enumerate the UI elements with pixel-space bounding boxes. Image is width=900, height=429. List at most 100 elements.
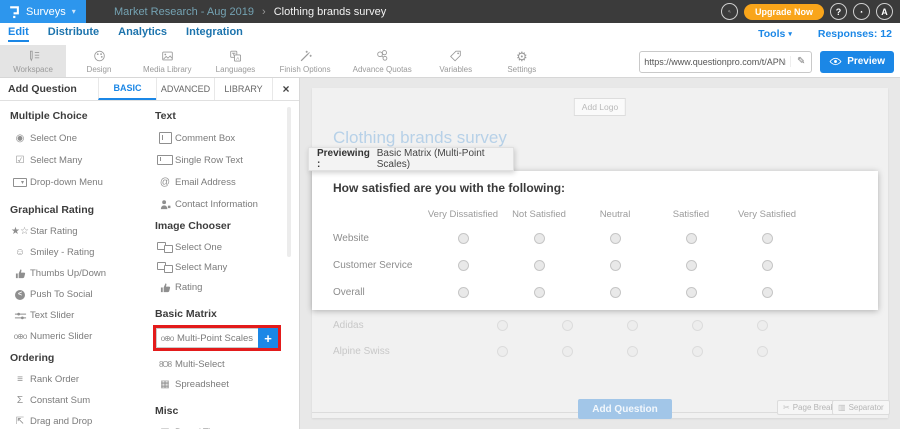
survey-url-input[interactable]: [640, 57, 790, 67]
matrix-radio[interactable]: [610, 233, 621, 244]
qtype-date-time[interactable]: ▤Date / Time: [155, 422, 293, 429]
qtype-image-select-many[interactable]: Select Many: [155, 257, 293, 277]
qtype-text-slider[interactable]: Text Slider: [10, 305, 146, 326]
panel-scrollbar[interactable]: [287, 107, 291, 257]
section-image-chooser: Image Chooser: [155, 219, 293, 233]
qtype-email-address[interactable]: @Email Address: [155, 171, 293, 193]
add-question-panel: Add Question BASIC ADVANCED LIBRARY × Mu…: [0, 78, 300, 429]
edit-url-pencil-icon[interactable]: ✎: [790, 56, 811, 67]
finish-options-label: Finish Options: [279, 65, 330, 74]
close-icon[interactable]: ×: [272, 78, 299, 100]
toolbar-settings[interactable]: ⚙ Settings: [489, 45, 555, 77]
qtype-comment-box[interactable]: Comment Box: [155, 127, 293, 149]
qtype-thumbs-up-down[interactable]: Thumbs Up/Down: [10, 263, 146, 284]
rank-order-icon: ≡: [10, 374, 30, 385]
menu-integration[interactable]: Integration: [186, 26, 243, 42]
languages-icon: A: [228, 49, 243, 64]
notifications-button[interactable]: [853, 3, 870, 20]
smiley-icon: ☺: [10, 247, 30, 258]
qtype-dropdown-menu[interactable]: ▾Drop-down Menu: [10, 171, 146, 193]
languages-label: Languages: [216, 65, 256, 74]
menu-analytics[interactable]: Analytics: [118, 26, 167, 42]
search-button[interactable]: [721, 3, 738, 20]
tools-dropdown[interactable]: Tools▾: [758, 28, 792, 40]
matrix-radio[interactable]: [458, 233, 469, 244]
matrix-radio[interactable]: [534, 233, 545, 244]
separator-button[interactable]: ▥ Separator: [832, 400, 890, 415]
qtype-smiley-rating[interactable]: ☺Smiley - Rating: [10, 242, 146, 263]
toolbar-workspace[interactable]: Workspace: [0, 45, 66, 77]
qtype-spreadsheet[interactable]: ▦Spreadsheet: [155, 374, 293, 394]
toolbar-media-library[interactable]: Media Library: [132, 45, 202, 77]
help-button[interactable]: ?: [830, 3, 847, 20]
toolbar-languages[interactable]: A Languages: [202, 45, 268, 77]
matrix-radio[interactable]: [610, 260, 621, 271]
section-ordering: Ordering: [10, 351, 146, 365]
qtype-select-one[interactable]: ◉Select One: [10, 127, 146, 149]
menu-edit[interactable]: Edit: [8, 26, 29, 42]
qtype-single-row-text[interactable]: Single Row Text: [155, 149, 293, 171]
qtype-multi-select[interactable]: 8O8Multi-Select: [155, 354, 293, 374]
matrix-radio[interactable]: [534, 287, 545, 298]
menu-right: Tools▾ Responses: 12: [758, 28, 892, 40]
toolbar-variables[interactable]: Variables: [423, 45, 489, 77]
survey-title[interactable]: Clothing brands survey: [333, 128, 507, 148]
qtype-multi-point-scales[interactable]: o⊕oMulti-Point Scales: [156, 328, 258, 348]
numeric-slider-icon: o⊕o: [10, 332, 30, 341]
qtype-constant-sum[interactable]: ΣConstant Sum: [10, 390, 146, 411]
scale-col-header: Neutral: [577, 209, 653, 220]
qtype-push-to-social[interactable]: <Push To Social: [10, 284, 146, 305]
menu-distribute[interactable]: Distribute: [48, 26, 99, 42]
page-break-label: Page Break: [793, 403, 835, 412]
preview-button[interactable]: Preview: [820, 51, 894, 73]
faded-radio: [562, 320, 573, 331]
qtype-select-many[interactable]: ☑Select Many: [10, 149, 146, 171]
matrix-radio[interactable]: [762, 233, 773, 244]
thumbs-up-icon: [10, 268, 30, 279]
toolbar-design[interactable]: Design: [66, 45, 132, 77]
qtype-numeric-slider[interactable]: o⊕oNumeric Slider: [10, 326, 146, 347]
separator-icon: ▥: [838, 403, 846, 412]
matrix-radio[interactable]: [534, 260, 545, 271]
breadcrumb-parent[interactable]: Market Research - Aug 2019: [114, 6, 254, 18]
qtype-contact-information[interactable]: Contact Information: [155, 193, 293, 215]
page-break-button[interactable]: ✂ Page Break: [777, 400, 841, 415]
tab-basic[interactable]: BASIC: [98, 78, 156, 100]
toolbar-finish-options[interactable]: Finish Options: [268, 45, 341, 77]
matrix-radio[interactable]: [686, 233, 697, 244]
tab-advanced[interactable]: ADVANCED: [156, 78, 214, 100]
menu-bar: Edit Distribute Analytics Integration To…: [0, 23, 900, 45]
responses-link[interactable]: Responses: 12: [818, 28, 892, 40]
add-question-button[interactable]: Add Question: [578, 399, 672, 419]
matrix-radio[interactable]: [458, 287, 469, 298]
faded-row-alpine-swiss: Alpine Swiss: [312, 338, 888, 364]
matrix-radio[interactable]: [686, 260, 697, 271]
toolbar-advance-quotas[interactable]: Advance Quotas: [342, 45, 423, 77]
matrix-radio[interactable]: [610, 287, 621, 298]
matrix-radio[interactable]: [458, 260, 469, 271]
surveys-menu[interactable]: Surveys ▾: [0, 0, 86, 23]
add-logo-button[interactable]: Add Logo: [574, 98, 626, 116]
topbar-actions: Upgrade Now ? A: [721, 0, 893, 23]
add-multi-point-scales-button[interactable]: +: [258, 328, 278, 348]
tab-library[interactable]: LIBRARY: [214, 78, 272, 100]
upgrade-now-button[interactable]: Upgrade Now: [744, 4, 824, 20]
qtype-image-select-one[interactable]: Select One: [155, 237, 293, 257]
faded-radio: [757, 346, 768, 357]
matrix-radio[interactable]: [686, 287, 697, 298]
menu-items: Edit Distribute Analytics Integration: [0, 26, 243, 42]
avatar[interactable]: A: [876, 3, 893, 20]
media-library-icon: [160, 49, 175, 64]
matrix-radio[interactable]: [762, 260, 773, 271]
design-icon: [92, 49, 107, 64]
qtype-image-rating[interactable]: Rating: [155, 277, 293, 297]
qtype-star-rating[interactable]: ★☆Star Rating: [10, 221, 146, 242]
dropdown-menu-icon: ▾: [10, 178, 30, 187]
matrix-radio[interactable]: [762, 287, 773, 298]
star-rating-icon: ★☆: [10, 226, 30, 237]
qtype-rank-order[interactable]: ≡Rank Order: [10, 369, 146, 390]
qtype-drag-and-drop[interactable]: ⇱Drag and Drop: [10, 411, 146, 429]
matrix-grid: Very Dissatisfied Not Satisfied Neutral …: [312, 203, 878, 306]
breadcrumb-current: Clothing brands survey: [274, 6, 387, 18]
section-graphical-rating: Graphical Rating: [10, 203, 146, 217]
